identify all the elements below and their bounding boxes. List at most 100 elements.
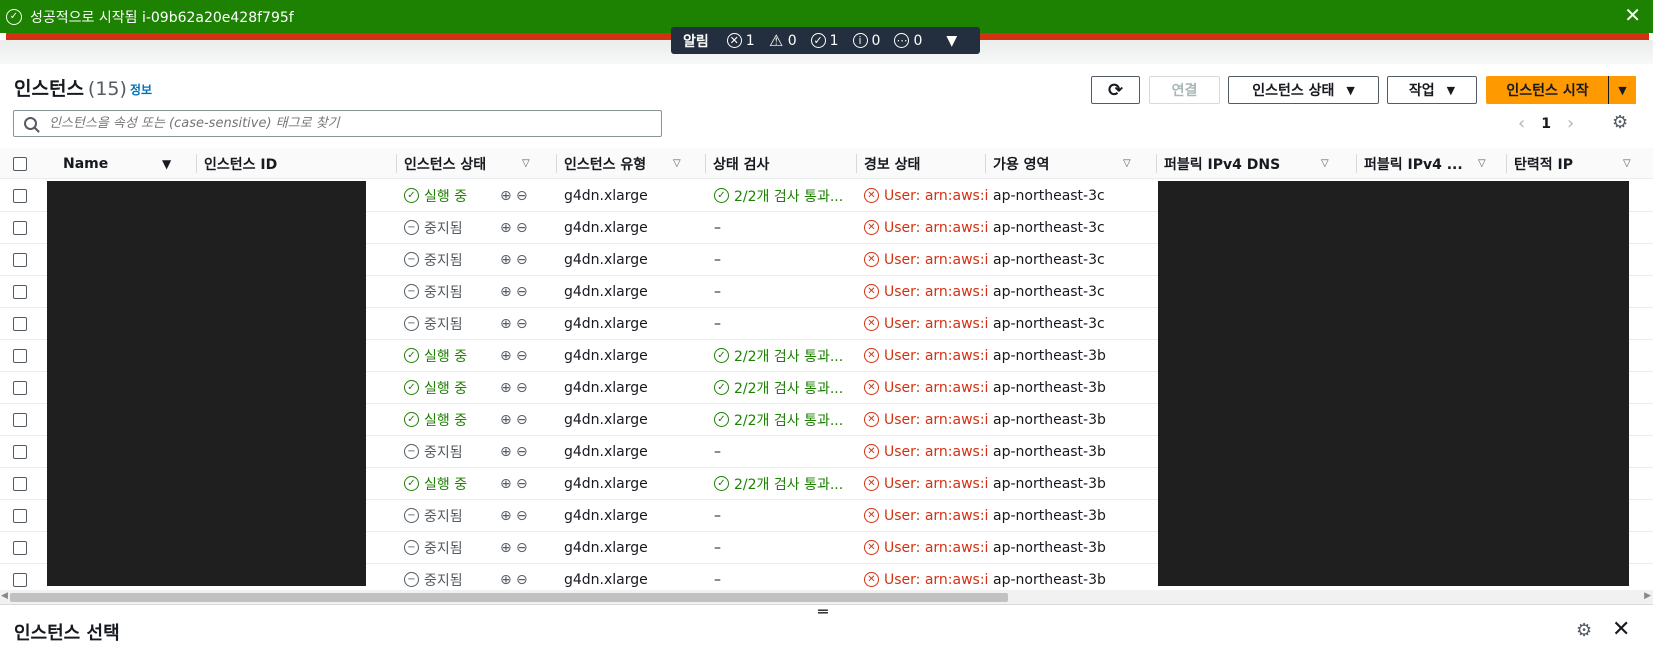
zoom-in-icon[interactable]: ⊕: [500, 212, 512, 243]
alarm-text[interactable]: User: arn:aws:i: [884, 220, 988, 236]
alarm-text[interactable]: User: arn:aws:i: [884, 188, 988, 204]
instance-state-button[interactable]: 인스턴스 상태 ▼: [1228, 76, 1379, 104]
row-checkbox[interactable]: [13, 308, 27, 339]
row-checkbox[interactable]: [13, 180, 27, 211]
scroll-left-icon[interactable]: ◀: [1, 591, 8, 601]
zoom-out-icon[interactable]: ⊖: [516, 500, 528, 531]
status-check-text[interactable]: 2/2개 검사 통과...: [734, 346, 843, 366]
success-count[interactable]: ✓ 1: [810, 33, 839, 49]
row-checkbox[interactable]: [13, 532, 27, 563]
zoom-in-icon[interactable]: ⊕: [500, 500, 512, 531]
refresh-icon: ⟳: [1107, 79, 1124, 101]
row-checkbox[interactable]: [13, 404, 27, 435]
row-checkbox[interactable]: [13, 244, 27, 275]
previous-page-icon[interactable]: ‹: [1518, 113, 1525, 134]
alarm-text[interactable]: User: arn:aws:i: [884, 380, 988, 396]
next-page-icon[interactable]: ›: [1567, 113, 1574, 134]
row-checkbox[interactable]: [13, 468, 27, 499]
gear-icon[interactable]: ⚙: [1612, 112, 1628, 133]
availability-zone: ap-northeast-3c: [993, 187, 1105, 204]
state-cell: ✓ 실행 중: [404, 180, 467, 211]
col-status-check[interactable]: 상태 검사: [704, 148, 769, 179]
alarm-text[interactable]: User: arn:aws:i: [884, 316, 988, 332]
col-state[interactable]: 인스턴스 상태 ▽: [396, 148, 534, 179]
zoom-out-icon[interactable]: ⊖: [516, 180, 528, 211]
col-alarm[interactable]: 경보 상태: [855, 148, 920, 179]
scroll-right-icon[interactable]: ▶: [1644, 591, 1651, 601]
zoom-in-icon[interactable]: ⊕: [500, 308, 512, 339]
launch-dropdown-button[interactable]: ▼: [1608, 76, 1636, 104]
row-checkbox[interactable]: [13, 340, 27, 371]
zoom-in-icon[interactable]: ⊕: [500, 436, 512, 467]
status-check-text[interactable]: 2/2개 검사 통과...: [734, 410, 843, 430]
zoom-in-icon[interactable]: ⊕: [500, 340, 512, 371]
zoom-out-icon[interactable]: ⊖: [516, 468, 528, 499]
row-checkbox[interactable]: [13, 372, 27, 403]
info-count[interactable]: i 0: [852, 33, 880, 49]
zoom-in-icon[interactable]: ⊕: [500, 276, 512, 307]
chevron-down-icon[interactable]: ▼: [946, 33, 957, 49]
error-count[interactable]: ✕ 1: [726, 33, 755, 49]
col-instance-id[interactable]: 인스턴스 ID: [195, 148, 277, 179]
row-checkbox[interactable]: [13, 436, 27, 467]
instance-type: g4dn.xlarge: [564, 251, 648, 268]
row-checkbox[interactable]: [13, 276, 27, 307]
state-text: 중지됨: [424, 444, 463, 461]
zoom-out-icon[interactable]: ⊖: [516, 340, 528, 371]
select-all-checkbox[interactable]: [13, 148, 27, 179]
alarm-text[interactable]: User: arn:aws:i: [884, 508, 988, 524]
zoom-out-icon[interactable]: ⊖: [516, 436, 528, 467]
zoom-in-icon[interactable]: ⊕: [500, 404, 512, 435]
row-checkbox[interactable]: [13, 212, 27, 243]
zoom-in-icon[interactable]: ⊕: [500, 180, 512, 211]
zoom-out-icon[interactable]: ⊖: [516, 308, 528, 339]
zoom-in-icon[interactable]: ⊕: [500, 532, 512, 563]
row-checkbox[interactable]: [13, 500, 27, 531]
close-icon[interactable]: ✕: [1612, 617, 1630, 642]
zoom-out-icon[interactable]: ⊖: [516, 276, 528, 307]
alarm-text[interactable]: User: arn:aws:i: [884, 412, 988, 428]
col-elastic-ip[interactable]: 탄력적 IP ▽: [1506, 148, 1638, 179]
alarm-text[interactable]: User: arn:aws:i: [884, 348, 988, 364]
alarm-text[interactable]: User: arn:aws:i: [884, 252, 988, 268]
search-box[interactable]: [13, 110, 662, 137]
refresh-button[interactable]: ⟳: [1091, 76, 1140, 104]
status-check-text[interactable]: 2/2개 검사 통과...: [734, 378, 843, 398]
availability-zone: ap-northeast-3b: [993, 539, 1106, 556]
launch-instance-button[interactable]: 인스턴스 시작: [1486, 76, 1609, 104]
connect-button[interactable]: 연결: [1149, 76, 1220, 104]
check-passed-icon: ✓: [714, 476, 729, 491]
zoom-out-icon[interactable]: ⊖: [516, 244, 528, 275]
actions-button[interactable]: 작업 ▼: [1387, 76, 1477, 104]
col-public-ip[interactable]: 퍼블릭 IPv4 ... ▽: [1356, 148, 1490, 179]
alarm-text[interactable]: User: arn:aws:i: [884, 572, 988, 588]
alarm-text[interactable]: User: arn:aws:i: [884, 284, 988, 300]
progress-count[interactable]: ⋯ 0: [894, 33, 922, 49]
warning-count[interactable]: ⚠ 0: [769, 31, 797, 50]
col-public-dns[interactable]: 퍼블릭 IPv4 DNS ▽: [1156, 148, 1332, 179]
zoom-in-icon[interactable]: ⊕: [500, 372, 512, 403]
alarm-text[interactable]: User: arn:aws:i: [884, 540, 988, 556]
search-input[interactable]: [47, 115, 637, 132]
info-link[interactable]: 정보: [130, 81, 152, 98]
zoom-out-icon[interactable]: ⊖: [516, 532, 528, 563]
col-type[interactable]: 인스턴스 유형 ▽: [556, 148, 684, 179]
zoom-in-icon[interactable]: ⊕: [500, 244, 512, 275]
gear-icon[interactable]: ⚙: [1576, 620, 1592, 641]
notification-bar[interactable]: 알림 ✕ 1 ⚠ 0 ✓ 1 i 0 ⋯ 0 ▼: [671, 27, 980, 54]
running-check-icon: ✓: [404, 412, 419, 427]
current-page[interactable]: 1: [1541, 116, 1551, 132]
alarm-text[interactable]: User: arn:aws:i: [884, 444, 988, 460]
zoom-in-icon[interactable]: ⊕: [500, 468, 512, 499]
alarm-text[interactable]: User: arn:aws:i: [884, 476, 988, 492]
zoom-out-icon[interactable]: ⊖: [516, 372, 528, 403]
zoom-out-icon[interactable]: ⊖: [516, 404, 528, 435]
close-icon[interactable]: ✕: [1624, 5, 1641, 25]
status-check-text[interactable]: 2/2개 검사 통과...: [734, 474, 843, 494]
zoom-out-icon[interactable]: ⊖: [516, 212, 528, 243]
status-check-text[interactable]: 2/2개 검사 통과...: [734, 186, 843, 206]
panel-resize-handle[interactable]: ═: [818, 602, 828, 621]
scrollbar-thumb[interactable]: [10, 593, 1008, 602]
col-name[interactable]: Name ▼: [63, 148, 178, 179]
col-az[interactable]: 가용 영역 ▽: [985, 148, 1133, 179]
